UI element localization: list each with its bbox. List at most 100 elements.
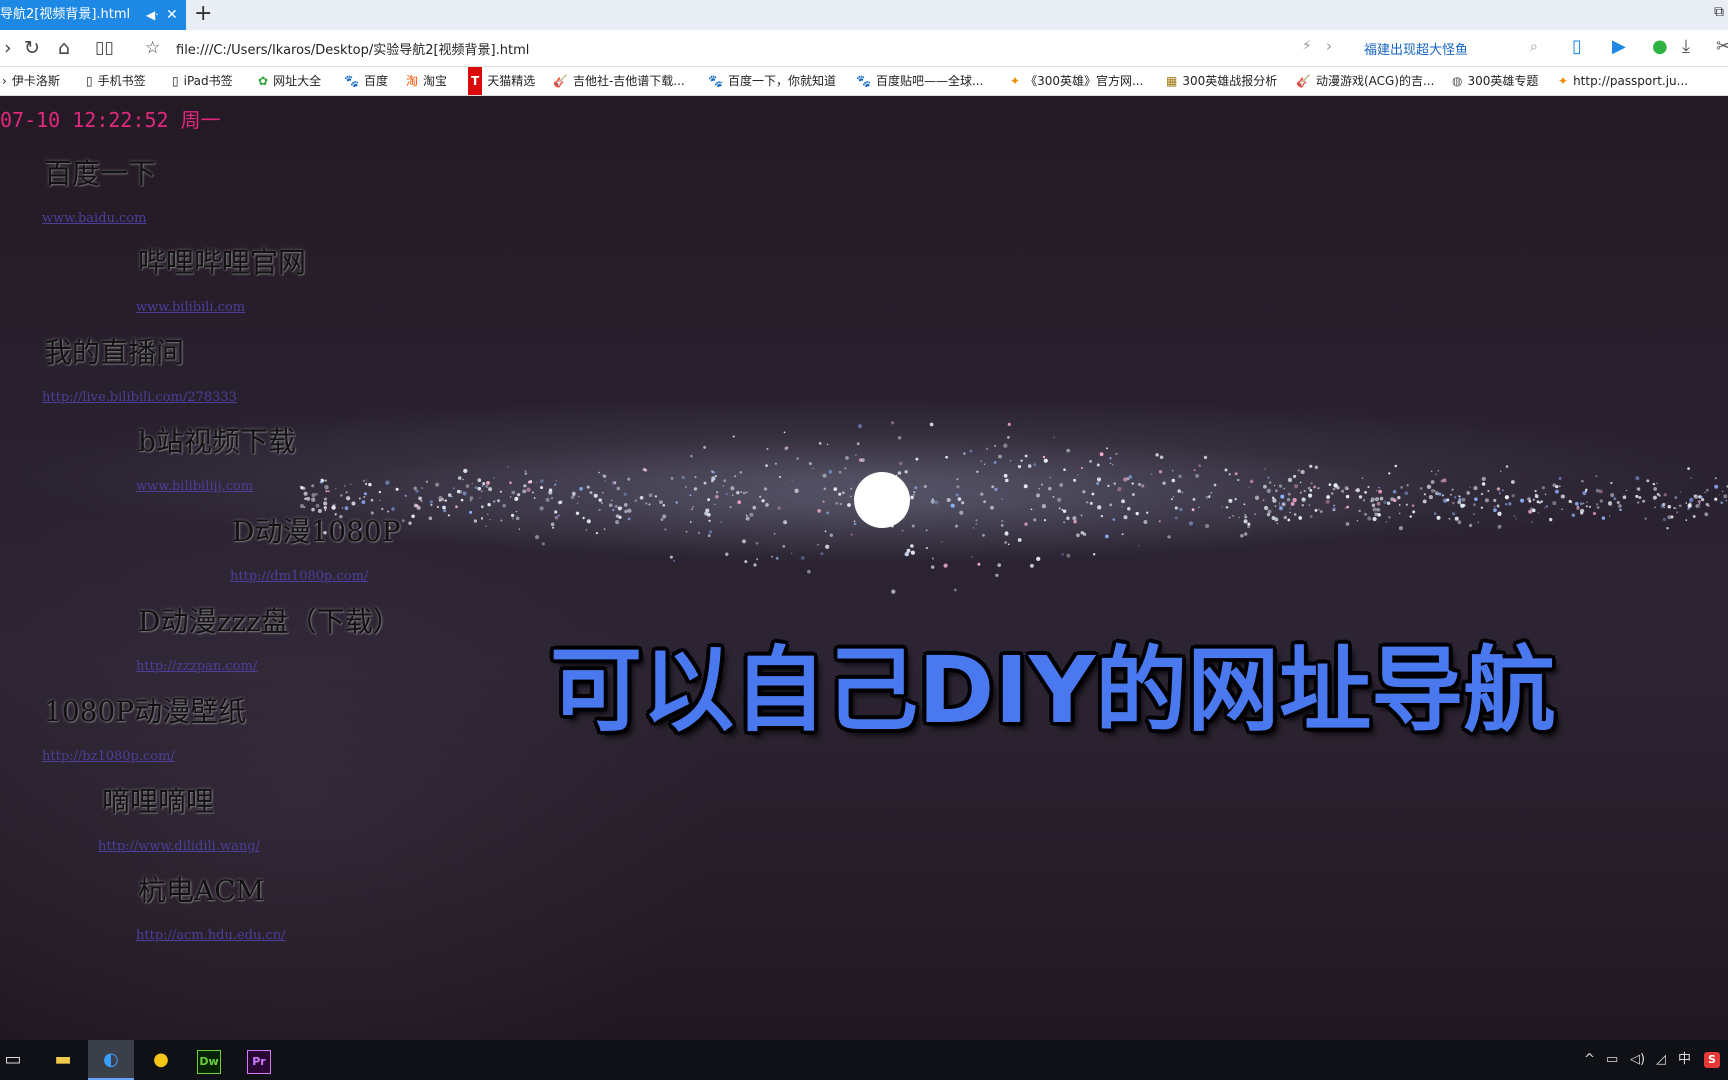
bookmark-item[interactable]: ✿ 网址大全 <box>258 67 321 95</box>
browser-icon[interactable]: ◐ <box>88 1040 134 1080</box>
bookmark-item[interactable]: ▦ 300英雄战报分析 <box>1166 67 1277 95</box>
particle <box>983 500 986 504</box>
bookmark-item[interactable]: T 天猫精选 <box>468 67 535 95</box>
particle <box>1501 489 1504 492</box>
reload-icon[interactable]: ↻ <box>24 36 40 60</box>
speaker-icon[interactable]: ◀ᐧ <box>146 0 158 30</box>
particle <box>557 500 562 505</box>
particle <box>1262 499 1265 501</box>
particle <box>823 487 827 491</box>
particle <box>455 505 458 509</box>
network-icon[interactable]: ◿ <box>1656 1040 1666 1080</box>
particle <box>514 496 519 501</box>
particle <box>1283 515 1288 520</box>
site-link[interactable]: http://dm1080p.com/ <box>230 569 368 584</box>
particle <box>413 486 417 490</box>
particle <box>487 513 489 515</box>
particle <box>1505 465 1509 468</box>
particle <box>1280 494 1285 499</box>
bookmark-item[interactable]: 🐾 百度贴吧——全球... <box>856 67 983 95</box>
bright-core <box>854 472 910 528</box>
search-input[interactable] <box>1350 35 1524 61</box>
new-tab-button[interactable]: + <box>194 0 212 30</box>
bookmark-item[interactable]: ▯ 手机书签 <box>86 67 146 95</box>
chevron-right-icon[interactable]: › <box>1326 37 1332 55</box>
particle <box>976 470 979 473</box>
bookmark-item[interactable]: › 伊卡洛斯 <box>2 67 60 95</box>
site-link[interactable]: http://zzzpan.com/ <box>136 659 257 674</box>
tab-active[interactable]: 导航2[视频背景].html ◀ᐧ ✕ <box>0 0 186 30</box>
bookmark-item[interactable]: 🐾 百度一下，你就知道 <box>708 67 836 95</box>
download-icon[interactable]: ⤓ <box>1682 36 1690 57</box>
particle <box>1224 468 1228 472</box>
particle <box>1004 531 1009 536</box>
task-view-icon[interactable]: ▭ <box>0 1040 36 1080</box>
search-icon[interactable]: ⌕ <box>1530 39 1538 55</box>
window-restore-icon[interactable]: ⧉ <box>1714 4 1724 20</box>
particle <box>441 498 445 502</box>
wechat-icon[interactable]: ● <box>1652 36 1668 57</box>
star-icon[interactable]: ☆ <box>145 36 160 60</box>
site-link[interactable]: www.bilibilijj.com <box>136 479 253 494</box>
particle <box>690 454 693 458</box>
bookmark-item[interactable]: 🎸 吉他社-吉他谱下载... <box>553 67 685 95</box>
particle <box>444 499 447 502</box>
particle <box>1377 497 1379 499</box>
bookmark-item[interactable]: ✦ http://passport.ju... <box>1558 67 1688 95</box>
particle <box>368 482 372 487</box>
particle <box>845 456 849 460</box>
particle <box>1635 476 1640 481</box>
close-icon[interactable]: ✕ <box>166 0 178 30</box>
home-icon[interactable]: ⌂ <box>58 36 70 60</box>
premiere-icon[interactable]: Pr <box>236 1040 282 1080</box>
tmall-icon: T <box>468 67 483 95</box>
bookmark-item[interactable]: 🐾 百度 <box>344 67 388 95</box>
particle <box>639 495 644 500</box>
battery-icon[interactable]: ▭ <box>1606 1040 1618 1080</box>
file-explorer-icon[interactable]: ▬ <box>40 1040 86 1080</box>
particle <box>1693 494 1697 498</box>
particle <box>1392 489 1397 494</box>
site-link[interactable]: http://acm.hdu.edu.cn/ <box>136 928 286 943</box>
bookmark-item[interactable]: 🎸 动漫游戏(ACG)的吉... <box>1296 67 1434 95</box>
particle <box>443 509 447 513</box>
sogou-icon[interactable]: S <box>1704 1040 1720 1080</box>
bookmark-item[interactable]: ▯ iPad书签 <box>172 67 233 95</box>
tray-chevron-icon[interactable]: ^ <box>1584 1040 1595 1080</box>
particle <box>315 492 318 496</box>
particle <box>1383 500 1387 504</box>
particle <box>395 487 399 491</box>
dreamweaver-icon[interactable]: Dw <box>186 1040 232 1080</box>
site-link[interactable]: www.bilibili.com <box>136 300 245 315</box>
particle <box>782 545 786 548</box>
lightning-icon[interactable]: ⚡ <box>1302 38 1312 54</box>
particle <box>1576 506 1580 510</box>
particle <box>703 446 706 449</box>
particle <box>1430 488 1435 493</box>
back-icon[interactable]: › <box>4 36 12 60</box>
ime-indicator[interactable]: 中 <box>1678 1040 1691 1080</box>
site-link[interactable]: http://bz1080p.com/ <box>42 749 175 764</box>
particle <box>1379 496 1384 501</box>
bookmark-item[interactable]: 淘淘宝 <box>406 67 447 95</box>
particle <box>509 481 512 485</box>
search-box[interactable]: ⌕ <box>1350 35 1550 61</box>
play-icon[interactable]: ▶ <box>1612 36 1626 57</box>
tools-icon[interactable]: ✂ <box>1716 36 1728 57</box>
phone-icon[interactable]: ▯ <box>1572 36 1582 57</box>
url-field[interactable]: file:///C:/Users/Ikaros/Desktop/实验导航2[视频… <box>176 39 529 58</box>
bookmark-item[interactable]: ◍ 300英雄专题 <box>1452 67 1538 95</box>
particle <box>891 589 896 594</box>
reader-icon[interactable]: ▯▯ <box>95 36 114 60</box>
site-link[interactable]: www.baidu.com <box>42 211 146 226</box>
media-player-icon[interactable]: ● <box>138 1040 184 1080</box>
particle <box>850 495 852 498</box>
particle <box>303 491 308 496</box>
volume-icon[interactable]: ◁) <box>1630 1040 1645 1080</box>
bookmark-item[interactable]: ✦ 《300英雄》官方网... <box>1010 67 1143 95</box>
particle <box>1687 467 1690 470</box>
particle <box>1695 504 1700 508</box>
particle <box>585 528 588 531</box>
site-link[interactable]: http://live.bilibili.com/278333 <box>42 390 237 405</box>
site-link[interactable]: http://www.dilidili.wang/ <box>98 839 260 854</box>
